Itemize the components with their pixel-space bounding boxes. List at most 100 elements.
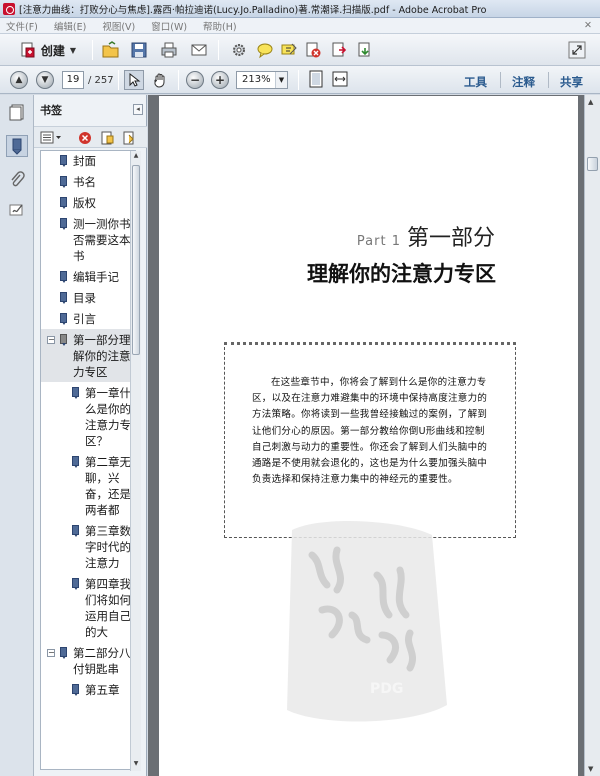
toolbar-divider [500,72,501,88]
bookmark-label: 目录 [73,291,96,305]
next-page-button[interactable]: ▼ [36,71,54,89]
chevron-down-icon[interactable]: ▼ [275,72,287,88]
zoom-in-button[interactable]: + [211,71,229,89]
bookmark-item[interactable]: 封面 [41,151,135,171]
hand-tool-button[interactable] [150,70,170,90]
toolbar-divider [548,72,549,88]
tools-link[interactable]: 工具 [464,74,487,90]
page-thumbnails-icon[interactable] [8,103,26,121]
zoom-level-select[interactable]: 213% ▼ [236,71,288,89]
menu-window[interactable]: 窗口(W) [151,19,187,33]
bookmark-item[interactable]: 第五章 [41,679,135,700]
bookmark-item[interactable]: 第一章什么是你的注意力专区？ [41,382,135,451]
collapse-toggle[interactable]: − [47,649,55,657]
zoom-out-button[interactable]: − [186,71,204,89]
pdf-combine-icon [356,41,374,59]
page-total: / 257 [88,75,114,86]
toolbar-divider [298,70,299,90]
open-folder-icon [102,41,120,59]
scroll-down-icon[interactable]: ▼ [588,765,593,773]
bookmark-label: 测一测你书否需要这本书 [73,217,131,263]
collapse-panel-button[interactable]: ◂ [133,104,143,115]
fullscreen-button[interactable] [566,40,588,60]
menu-bar: 文件(F) 编辑(E) 视图(V) 窗口(W) 帮助(H) ✕ [0,18,600,34]
bookmark-item[interactable]: − 第二部分八付钥匙串 [41,642,135,679]
bookmark-item[interactable]: 测一测你书否需要这本书 [41,213,135,266]
pdf-export-icon [330,41,348,59]
delete-bookmark-button[interactable] [78,131,92,145]
delete-pages-button[interactable] [302,40,324,60]
bookmark-label: 第一章什么是你的注意力专区？ [85,386,131,448]
save-button[interactable] [128,40,150,60]
scroll-up-icon[interactable]: ▲ [132,152,140,162]
bookmark-item[interactable]: 编辑手记 [41,266,135,287]
bookmark-label: 第四章我们将如何运用自己的大 [85,577,131,639]
bookmark-label: 书名 [73,175,96,189]
export-button[interactable] [328,40,350,60]
create-pdf-icon [20,42,36,58]
seal-text: PDG [370,681,403,697]
toolbar-divider [178,70,179,90]
bookmark-tree: 封面 书名 版权 测一测你书否需要这本书 编辑手记 目录 引言 − 第一部分理解你… [40,150,136,770]
print-button[interactable] [158,40,180,60]
bookmark-item-selected[interactable]: − 第一部分理解你的注意力专区 [41,329,135,382]
previous-page-button[interactable]: ▲ [10,71,28,89]
options-menu-icon [40,131,61,144]
collapse-toggle[interactable]: − [47,336,55,344]
scroll-up-icon[interactable]: ▲ [588,98,593,106]
new-bookmark-button[interactable] [100,131,114,145]
menu-help[interactable]: 帮助(H) [203,19,237,33]
bookmark-icon [72,387,79,399]
menu-close-document[interactable]: ✕ [584,20,592,31]
create-button[interactable]: 创建 ▼ [8,40,86,60]
scroll-down-icon[interactable]: ▼ [132,760,140,770]
navigation-pane-strip [0,95,34,776]
new-bookmark-icon [101,131,114,145]
document-scrollbar[interactable]: ▲ ▼ [584,95,600,776]
scrollbar-thumb[interactable] [132,165,140,355]
bookmark-item[interactable]: 引言 [41,308,135,329]
comment-icon [256,41,274,59]
part-title: 理解你的注意力专区 [307,261,496,286]
menu-view[interactable]: 视图(V) [102,19,135,33]
save-icon [130,41,148,59]
plus-icon: + [214,73,226,87]
toolbar-divider [218,40,219,60]
select-tool-button[interactable] [124,70,144,90]
menu-file[interactable]: 文件(F) [6,19,38,33]
signatures-icon[interactable] [8,201,26,219]
attachments-paperclip-icon[interactable] [8,171,26,189]
bookmark-options-button[interactable] [40,131,62,144]
share-link[interactable]: 共享 [560,74,583,90]
hand-icon [154,73,165,88]
highlight-icon [280,41,298,59]
comment-link[interactable]: 注释 [512,74,535,90]
bookmarks-scrollbar[interactable]: ▲ ▼ [130,151,141,771]
fit-width-button[interactable] [330,69,350,89]
menu-edit[interactable]: 编辑(E) [54,19,86,33]
bookmark-item[interactable]: 书名 [41,171,135,192]
open-button[interactable] [100,40,122,60]
fit-page-button[interactable] [306,69,326,89]
bookmark-item[interactable]: 目录 [41,287,135,308]
acrobat-app-icon [3,2,15,15]
bookmark-item[interactable]: 第二章无聊，兴奋，还是两者都 [41,451,135,520]
bookmark-from-selection-button[interactable] [122,131,136,145]
highlight-button[interactable] [278,40,300,60]
settings-button[interactable] [228,40,250,60]
bookmarks-tab-icon[interactable] [6,135,28,157]
page-number-input[interactable]: 19 [62,71,84,89]
scrollbar-thumb[interactable] [587,157,598,171]
email-button[interactable] [188,40,210,60]
part-number-en: Part 1 [356,234,401,249]
title-bar: [注意力曲线：打败分心与焦虑].露西·帕拉迪诺(Lucy.Jo.Palladin… [0,0,600,18]
bookmark-item[interactable]: 第三章数字时代的注意力 [41,520,135,573]
combine-button[interactable] [354,40,376,60]
bookmark-item[interactable]: 版权 [41,192,135,213]
bookmark-item[interactable]: 第四章我们将如何运用自己的大 [41,573,135,642]
email-icon [190,41,208,59]
comment-button[interactable] [254,40,276,60]
bookmark-icon [60,271,67,283]
intro-paragraph: 在这些章节中，你将会了解到什么是你的注意力专区，以及在注意力难避集中的环境中保持… [252,377,488,486]
bookmark-icon [60,155,67,167]
